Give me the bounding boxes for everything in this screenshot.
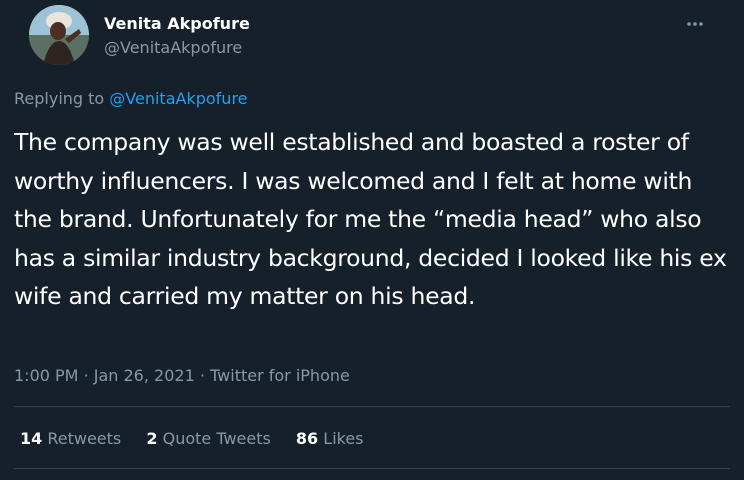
tweet-source[interactable]: Twitter for iPhone bbox=[210, 366, 350, 385]
quote-tweets-count: 2 bbox=[146, 429, 158, 448]
likes-count: 86 bbox=[295, 429, 319, 448]
likes-stat[interactable]: 86 Likes bbox=[296, 429, 364, 448]
likes-label: Likes bbox=[323, 429, 364, 448]
retweets-stat[interactable]: 14 Retweets bbox=[20, 429, 126, 448]
tweet-date[interactable]: Jan 26, 2021 bbox=[94, 366, 195, 385]
engagement-stats: 14 Retweets 2 Quote Tweets 86 Likes bbox=[20, 429, 384, 448]
divider bbox=[14, 468, 730, 469]
quote-tweets-label: Quote Tweets bbox=[162, 429, 271, 448]
retweets-label: Retweets bbox=[47, 429, 122, 448]
tweet-detail: Venita Akpofure @VenitaAkpofure Replying… bbox=[0, 0, 744, 480]
replying-to-label: Replying to bbox=[14, 89, 105, 108]
avatar[interactable] bbox=[29, 5, 89, 65]
replying-to: Replying to @VenitaAkpofure bbox=[14, 89, 248, 108]
reply-mention-link[interactable]: @VenitaAkpofure bbox=[109, 89, 247, 108]
meta-separator: · bbox=[83, 366, 89, 385]
divider bbox=[14, 406, 730, 407]
tweet-time[interactable]: 1:00 PM bbox=[14, 366, 78, 385]
more-horizontal-icon[interactable] bbox=[686, 14, 704, 30]
author-handle[interactable]: @VenitaAkpofure bbox=[104, 38, 242, 57]
quote-tweets-stat[interactable]: 2 Quote Tweets bbox=[146, 429, 276, 448]
tweet-header: Venita Akpofure @VenitaAkpofure bbox=[16, 0, 728, 86]
tweet-meta: 1:00 PM · Jan 26, 2021 · Twitter for iPh… bbox=[14, 366, 350, 385]
tweet-text: The company was well established and boa… bbox=[14, 128, 727, 310]
avatar-image bbox=[29, 5, 89, 65]
meta-separator: · bbox=[199, 366, 205, 385]
author-name[interactable]: Venita Akpofure bbox=[104, 14, 250, 33]
retweets-count: 14 bbox=[20, 429, 43, 448]
